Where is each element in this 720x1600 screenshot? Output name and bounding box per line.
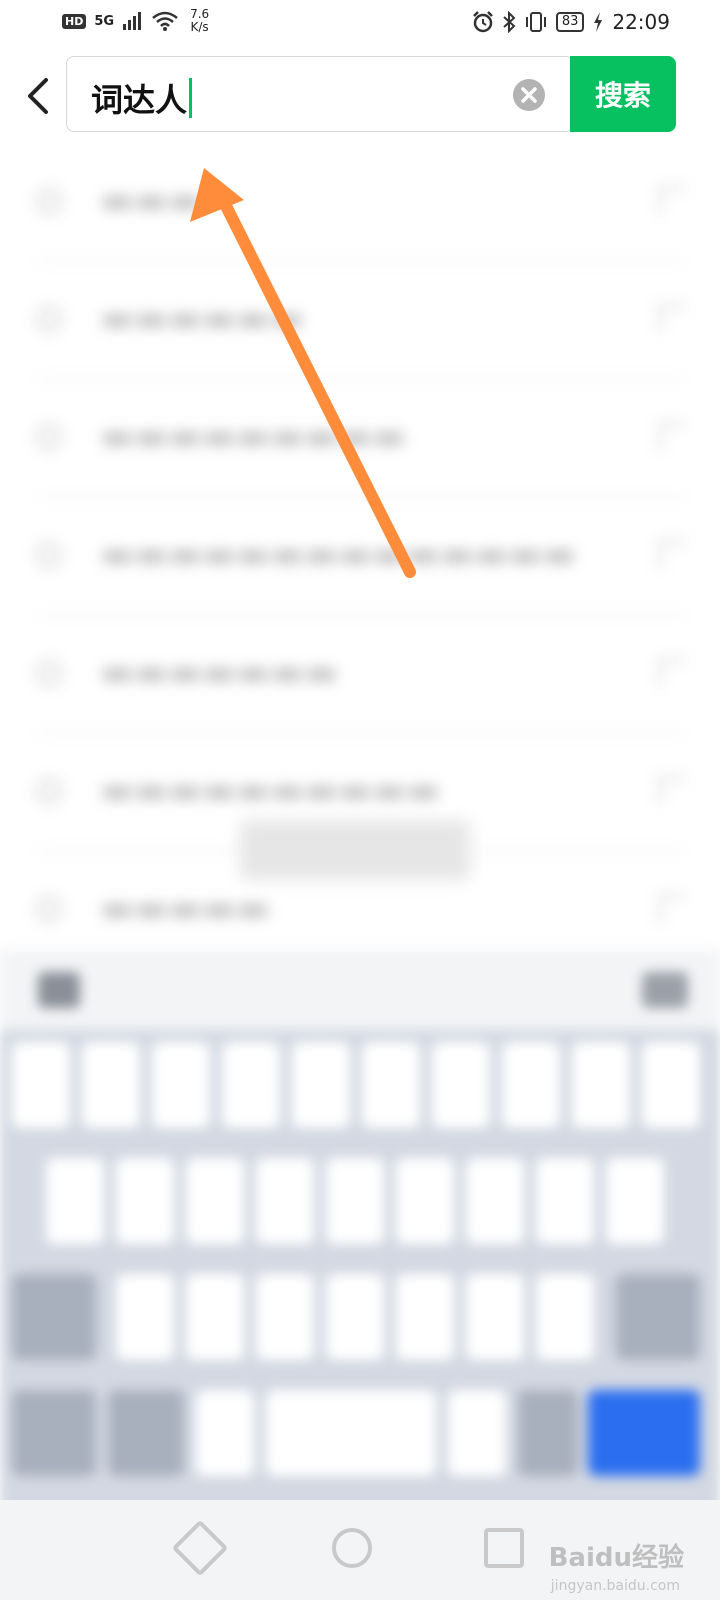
vibrate-icon [525, 12, 546, 32]
key[interactable] [186, 1158, 244, 1244]
alarm-icon [472, 11, 493, 33]
suggestion-text: ▬▬▬▬▬▬▬▬▬ [100, 416, 407, 457]
suggestion-text: ▬▬▬▬▬▬▬▬▬▬▬▬▬▬ [100, 534, 577, 575]
search-icon [36, 542, 62, 568]
arrow-up-left-icon[interactable] [658, 776, 686, 804]
clear-button[interactable] [513, 79, 545, 111]
key[interactable] [432, 1042, 490, 1128]
enter-key[interactable] [588, 1390, 700, 1476]
key[interactable] [502, 1042, 560, 1128]
key[interactable] [152, 1042, 210, 1128]
backspace-key[interactable] [616, 1274, 700, 1360]
key[interactable] [116, 1158, 174, 1244]
arrow-up-left-icon[interactable] [658, 422, 686, 450]
key[interactable] [12, 1042, 70, 1128]
status-right: 83 22:09 [472, 10, 670, 34]
search-icon [36, 660, 62, 686]
back-button[interactable] [24, 74, 54, 118]
status-left: HD 5G 7.6 K/s [62, 8, 209, 34]
status-bar: HD 5G 7.6 K/s 83 22:09 [0, 0, 720, 48]
search-bar: 词达人 搜索 [0, 48, 720, 144]
key[interactable] [536, 1158, 594, 1244]
network-speed: 7.6 K/s [190, 8, 209, 34]
key[interactable] [46, 1158, 104, 1244]
search-input-text: 词达人 [91, 75, 193, 121]
search-query: 词达人 [91, 81, 188, 119]
key[interactable] [326, 1274, 384, 1360]
search-icon [36, 778, 62, 804]
arrow-up-left-icon[interactable] [658, 894, 686, 922]
key[interactable] [82, 1042, 140, 1128]
search-input[interactable]: 词达人 [66, 56, 574, 132]
battery-level: 83 [555, 12, 585, 32]
hd-badge: HD [62, 13, 87, 29]
arrow-up-left-icon[interactable] [658, 540, 686, 568]
emoji-key[interactable] [518, 1390, 578, 1476]
clock: 22:09 [612, 10, 670, 34]
key[interactable] [362, 1042, 420, 1128]
shift-key[interactable] [12, 1274, 96, 1360]
key[interactable] [642, 1042, 700, 1128]
suggestion-item[interactable]: ▬▬▬ [36, 150, 686, 262]
key[interactable] [256, 1158, 314, 1244]
key[interactable] [466, 1274, 524, 1360]
search-icon [36, 424, 62, 450]
keyboard-hide-icon[interactable] [642, 972, 688, 1008]
suggestion-item[interactable]: ▬▬▬▬▬▬▬▬▬ [36, 386, 686, 498]
back-nav-icon[interactable] [171, 1519, 229, 1577]
suggestion-text: ▬▬▬▬▬▬▬▬▬▬ [100, 770, 441, 811]
key[interactable] [536, 1274, 594, 1360]
charging-icon [594, 12, 603, 32]
key[interactable] [396, 1158, 454, 1244]
text-cursor [189, 78, 193, 118]
suggestion-text: ▬▬▬▬▬ [100, 888, 271, 929]
key[interactable] [396, 1274, 454, 1360]
signal-indicator: 5G [94, 13, 115, 29]
key[interactable] [606, 1158, 664, 1244]
key[interactable] [186, 1274, 244, 1360]
punctuation-key[interactable] [448, 1390, 506, 1476]
key[interactable] [116, 1274, 174, 1360]
watermark-brand: Baidu经验 [548, 1543, 684, 1573]
network-speed-unit: K/s [190, 20, 209, 34]
keyboard-toolbar [0, 950, 720, 1030]
key[interactable] [222, 1042, 280, 1128]
arrow-up-left-icon[interactable] [658, 304, 686, 332]
recents-nav-icon[interactable] [484, 1528, 524, 1568]
suggestion-item[interactable]: ▬▬▬▬▬▬▬▬▬▬▬▬▬▬ [36, 504, 686, 616]
search-icon [36, 896, 62, 922]
signal-bars-icon [123, 12, 142, 30]
space-key[interactable] [266, 1390, 436, 1476]
network-speed-value: 7.6 [190, 7, 210, 21]
symbols-key[interactable] [12, 1390, 96, 1476]
toast [240, 820, 470, 880]
arrow-up-left-icon[interactable] [658, 186, 686, 214]
watermark-url: jingyan.baidu.com [550, 1578, 680, 1594]
suggestion-item[interactable]: ▬▬▬▬▬▬▬ [36, 622, 686, 734]
key[interactable] [572, 1042, 630, 1128]
wifi-icon [152, 11, 178, 31]
chevron-left-icon [28, 78, 48, 114]
arrow-up-left-icon[interactable] [658, 658, 686, 686]
key[interactable] [466, 1158, 524, 1244]
keyboard-menu-icon[interactable] [38, 972, 80, 1008]
search-icon [36, 188, 62, 214]
suggestion-item[interactable]: ▬▬▬▬▬▬ [36, 268, 686, 380]
bluetooth-icon [503, 11, 516, 33]
suggestion-text: ▬▬▬▬▬▬▬ [100, 652, 339, 693]
close-icon [521, 87, 537, 103]
home-nav-icon[interactable] [332, 1528, 372, 1568]
punctuation-key[interactable] [196, 1390, 254, 1476]
key[interactable] [326, 1158, 384, 1244]
key[interactable] [256, 1274, 314, 1360]
search-icon [36, 306, 62, 332]
key[interactable] [292, 1042, 350, 1128]
suggestion-text: ▬▬▬ [100, 180, 203, 221]
language-key[interactable] [108, 1390, 184, 1476]
search-button[interactable]: 搜索 [570, 56, 676, 132]
suggestion-text: ▬▬▬▬▬▬ [100, 298, 305, 339]
